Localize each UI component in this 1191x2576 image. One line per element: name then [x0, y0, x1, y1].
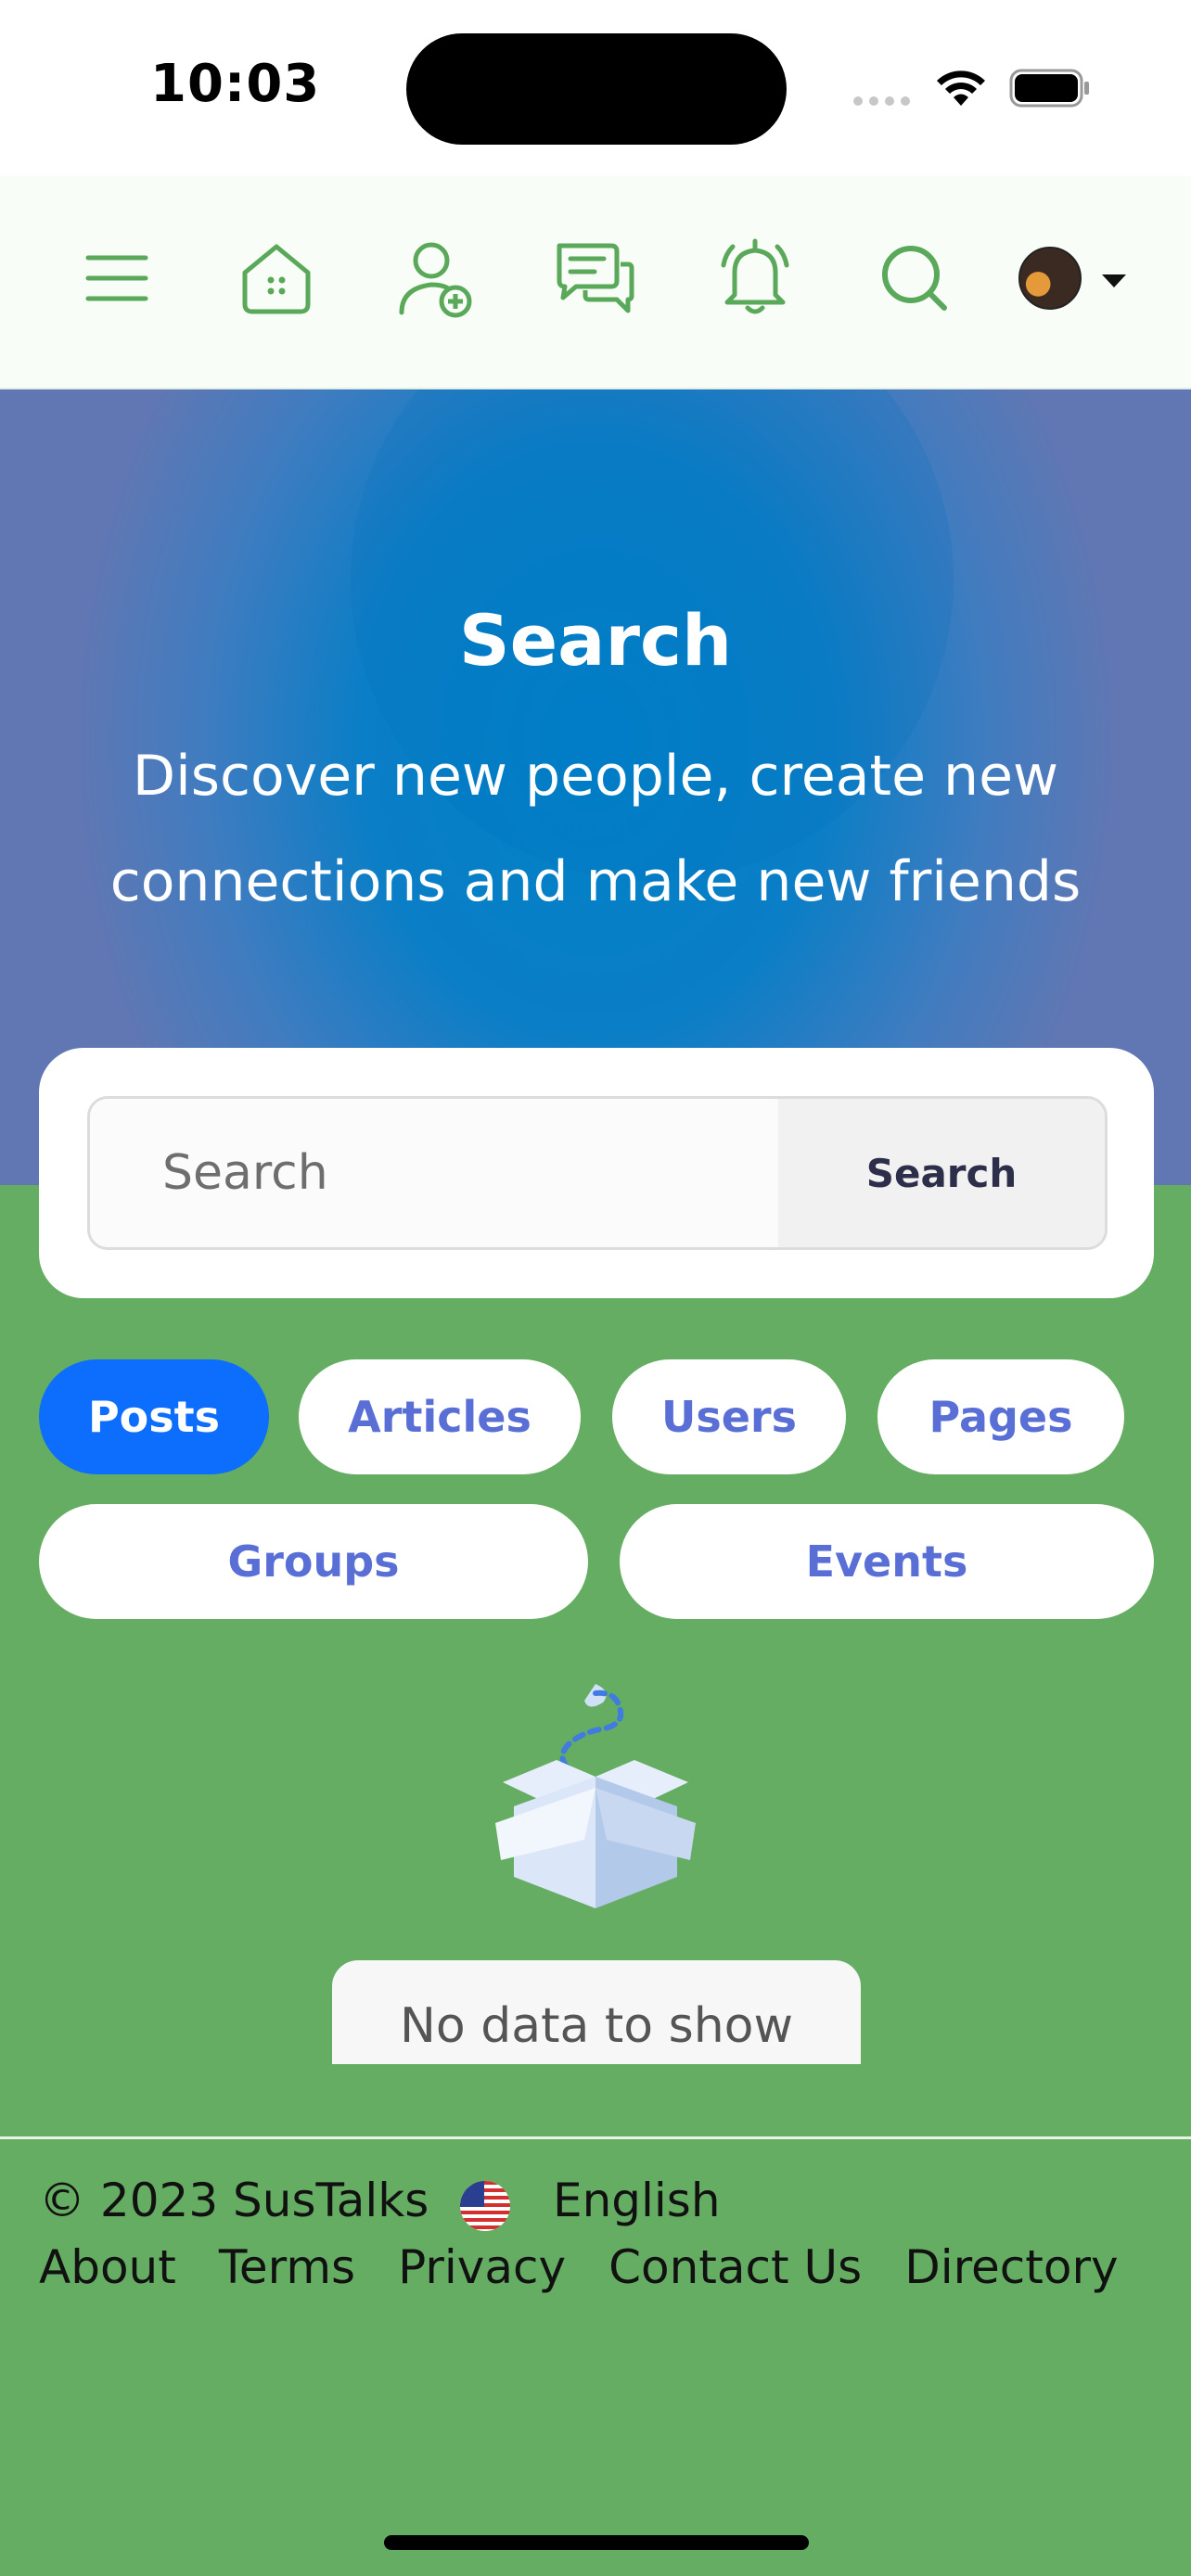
- chevron-down-icon[interactable]: [1102, 274, 1126, 287]
- tab-pages[interactable]: Pages: [877, 1359, 1124, 1474]
- search-card: Search: [39, 1048, 1154, 1298]
- empty-box-icon: [495, 1684, 696, 1908]
- search-button[interactable]: Search: [778, 1099, 1105, 1247]
- page-title: Search: [458, 599, 733, 682]
- dynamic-island: [406, 33, 787, 145]
- empty-state-message: No data to show: [332, 1960, 861, 2064]
- us-flag-icon[interactable]: [460, 2181, 510, 2231]
- footer-link-contact-us[interactable]: Contact Us: [608, 2240, 862, 2294]
- footer-link-terms[interactable]: Terms: [219, 2240, 355, 2294]
- footer-link-privacy[interactable]: Privacy: [398, 2240, 566, 2294]
- footer-links: About Terms Privacy Contact Us Directory: [39, 2240, 1119, 2294]
- home-indicator: [384, 2535, 809, 2550]
- cellular-signal-icon: [853, 96, 910, 106]
- search-form: Search: [87, 1096, 1108, 1250]
- footer-divider: [0, 2136, 1191, 2139]
- status-time: 10:03: [150, 54, 321, 114]
- add-friend-icon[interactable]: [390, 232, 482, 325]
- page-subtitle: Discover new people, create new connecti…: [109, 744, 1082, 914]
- search-icon[interactable]: [868, 232, 961, 325]
- wifi-icon: [937, 70, 985, 106]
- tab-events[interactable]: Events: [620, 1504, 1154, 1619]
- messages-icon[interactable]: [549, 232, 642, 325]
- tab-users[interactable]: Users: [612, 1359, 846, 1474]
- footer-link-about[interactable]: About: [39, 2240, 176, 2294]
- tab-posts[interactable]: Posts: [39, 1359, 269, 1474]
- footer-link-directory[interactable]: Directory: [904, 2240, 1118, 2294]
- avatar[interactable]: [1018, 247, 1082, 310]
- menu-icon[interactable]: [70, 232, 163, 325]
- top-navbar: [0, 176, 1191, 389]
- tab-groups[interactable]: Groups: [39, 1504, 588, 1619]
- tab-articles[interactable]: Articles: [299, 1359, 581, 1474]
- status-bar: 10:03: [0, 0, 1191, 176]
- battery-icon: [1009, 69, 1089, 108]
- footer-copyright: © 2023 SusTalks: [39, 2174, 429, 2227]
- language-selector[interactable]: English: [553, 2174, 721, 2227]
- notifications-icon[interactable]: [709, 232, 801, 325]
- search-input[interactable]: [90, 1099, 778, 1247]
- home-icon[interactable]: [230, 232, 323, 325]
